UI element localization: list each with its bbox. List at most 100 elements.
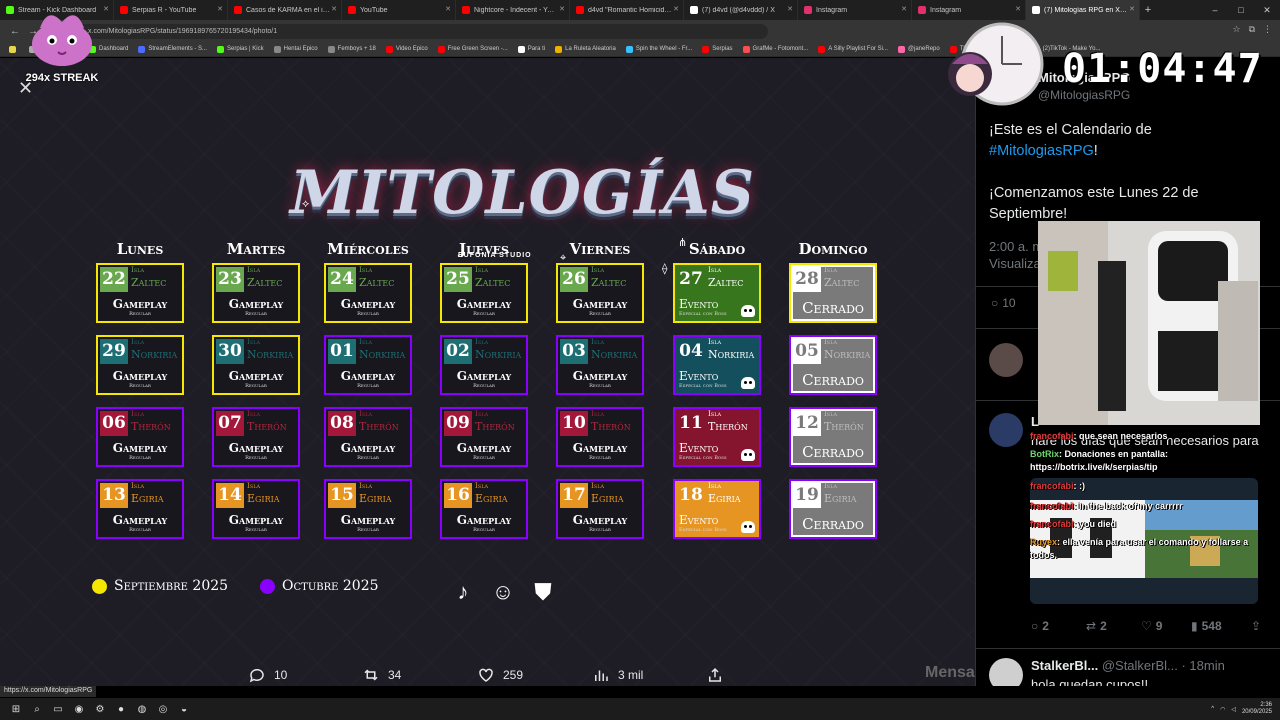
bookmark-item[interactable]: Video Epico [381,45,433,53]
browser-tab[interactable]: d4vd "Romantic Homicide" Of ✕ [570,0,684,20]
day-number: 30 [216,339,244,364]
tab-close-icon[interactable]: ✕ [1015,5,1021,13]
browser-tab[interactable]: Serpias R - YouTube ✕ [114,0,228,20]
streak-mascot-icon [32,15,92,66]
day-number: 10 [560,411,588,436]
bookmark-icon [273,45,281,53]
message-hint[interactable]: Mensa [925,664,975,682]
windows-start-icon[interactable]: ⊞ [6,701,26,717]
day-number: 09 [444,411,472,436]
activity-label: Gameplay [456,369,512,383]
photo-viewer: ✕ MITOLOGÍAS EUFONIA STUDIO ⟡ △ ⌖ ⟠ ⋔ Lu… [0,58,975,686]
chevron-up-icon[interactable]: ^ [1211,706,1214,712]
like-button[interactable]: 259 [477,666,523,684]
island-name: Zaltec [591,276,627,289]
obs-icon[interactable]: ● [111,701,131,717]
star-icon[interactable]: ☆ [1232,24,1240,35]
tab-close-icon[interactable]: ✕ [1129,5,1135,13]
reply-repost-button[interactable]: ⇄ 2 [1086,619,1107,633]
wifi-icon[interactable]: ◠ [1220,706,1225,713]
calendar-day-gameplay: 06 Isla Therón Gameplay Regular [96,407,184,467]
repost-button[interactable]: 34 [362,666,401,684]
bookmark-item[interactable]: Para ti [513,45,550,53]
file-explorer-icon[interactable]: ▭ [48,701,68,717]
tab-close-icon[interactable]: ✕ [217,5,223,13]
avatar[interactable] [989,343,1023,377]
browser-tab[interactable]: (7) d4vd (@d4vddd) / X ✕ [684,0,798,20]
day-number: 14 [216,483,244,508]
island-name: Norkiria [131,348,178,361]
island-word: Isla [131,482,145,490]
views-button[interactable]: 3 mil [592,666,643,684]
reply-views-button[interactable]: ▮ 548 [1191,619,1222,633]
spotify-icon[interactable]: ◒ [174,701,194,717]
close-window-icon[interactable]: ✕ [1254,0,1280,20]
tab-close-icon[interactable]: ✕ [331,5,337,13]
island-name: Norkiria [247,348,294,361]
navigation-bar: ← → ↻ x.com/MitologiasRPG/status/1969189… [0,20,1280,42]
bookmark-item[interactable]: La Ruleta Aleatoria [550,45,621,53]
share-button[interactable] [706,666,724,684]
activity-label: Cerrado [802,371,864,389]
tab-close-icon[interactable]: ✕ [901,5,907,13]
maximize-icon[interactable]: □ [1228,0,1254,20]
browser-tab[interactable]: (7) Mitologías RPG en X: "¡Est✕ [1026,0,1140,20]
bookmark-item[interactable]: GrafMe - Fotomont... [738,45,814,53]
minimize-icon[interactable]: – [1202,0,1228,20]
bookmark-item[interactable]: Serpias | Kick [212,45,269,53]
calendar-day-gameplay: 24 Isla Zaltec Gameplay Regular [324,263,412,323]
steam-icon[interactable]: ◎ [153,701,173,717]
hashtag-link[interactable]: #MitologiasRPG [989,143,1094,159]
bookmark-label: StreamElements - S... [148,46,208,52]
tab-close-icon[interactable]: ✕ [787,5,793,13]
island-word: Isla [824,410,838,418]
day-number: 19 [793,483,821,508]
bookmark-item[interactable]: A Silly Playlist For Si... [813,45,893,53]
address-bar[interactable]: x.com/MitologiasRPG/status/1969189765720… [68,23,768,39]
streak-text: 294x STREAK [25,72,99,84]
browser-tab[interactable]: YouTube ✕ [342,0,456,20]
extensions-icon[interactable]: ⧉ [1249,24,1255,35]
chat-username: Ruyex [1030,537,1058,547]
bookmark-item[interactable]: Spin the Wheel - Fr... [621,45,697,53]
discord-icon[interactable]: ◍ [132,701,152,717]
settings-icon[interactable]: ⚙ [90,701,110,717]
island-word: Isla [824,338,838,346]
bookmark-item[interactable]: Hentai Epico [269,45,323,53]
menu-icon[interactable]: ⋮ [1263,24,1272,35]
browser-tab[interactable]: Casos de KARMA en el interne✕ [228,0,342,20]
reply-author[interactable]: StalkerBl... @StalkerBl... · 18min [1031,658,1225,673]
day-number: 02 [444,339,472,364]
avatar[interactable] [989,413,1023,447]
bookmark-item[interactable]: Serpias [697,45,737,53]
bookmark-item[interactable]: @janeRepo [893,45,945,53]
chrome-icon[interactable]: ◉ [69,701,89,717]
island-name: Egiria [359,492,392,505]
calendar-day-gameplay: 09 Isla Therón Gameplay Regular [440,407,528,467]
system-clock[interactable]: 2:36 20/09/2025 [1242,702,1272,716]
reply-share-button[interactable]: ⇪ [1251,619,1261,633]
browser-tab[interactable]: Instagram ✕ [798,0,912,20]
bookmark-item[interactable]: Free Green Screen -... [433,45,513,53]
avatar[interactable] [989,658,1023,686]
day-number: 18 [679,485,703,505]
reply-like-button[interactable]: ♡ 9 [1141,619,1162,633]
volume-icon[interactable]: ◁ [1231,706,1236,713]
reply-reply-button[interactable]: ○ 2 [1031,619,1049,633]
activity-sublabel: Especial con Boss [679,311,727,317]
calendar-day-gameplay: 23 Isla Zaltec Gameplay Regular [212,263,300,323]
reply-button[interactable]: 10 [248,666,287,684]
panel-reply-button[interactable]: ○ 10 [991,296,1016,310]
bookmark-item[interactable]: StreamElements - S... [133,45,212,53]
new-tab-button[interactable]: + [1140,4,1156,16]
tab-close-icon[interactable]: ✕ [445,5,451,13]
chat-username: francofabi [1030,501,1074,511]
browser-tab[interactable]: Instagram ✕ [912,0,1026,20]
search-icon[interactable]: ⌕ [27,701,47,717]
tab-close-icon[interactable]: ✕ [673,5,679,13]
bookmark-item[interactable]: Femboys + 18 [323,45,381,53]
browser-tab[interactable]: Nightcore - Indecent - YouTu ✕ [456,0,570,20]
tab-close-icon[interactable]: ✕ [559,5,565,13]
day-number: 29 [100,339,128,364]
island-name: Egiria [708,492,741,505]
